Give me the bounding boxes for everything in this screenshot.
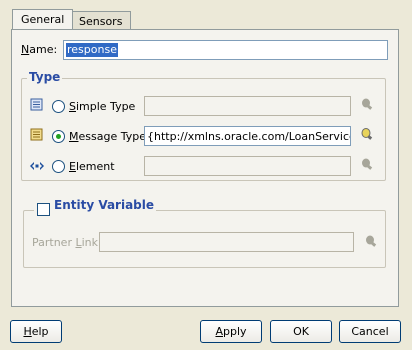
cancel-button-label: Cancel xyxy=(351,325,389,338)
partner-link-label: Partner Link: xyxy=(32,236,102,249)
type-legend: Type xyxy=(27,70,63,84)
apply-button[interactable]: Apply xyxy=(200,320,262,343)
message-type-browse-icon[interactable] xyxy=(359,127,373,144)
ok-button[interactable]: OK xyxy=(270,320,332,343)
simple-type-browse-icon[interactable] xyxy=(359,97,373,114)
entity-variable-legend-text: Entity Variable xyxy=(54,198,155,212)
message-type-value: {http://xmlns.oracle.com/LoanService}Loa xyxy=(147,130,350,143)
help-button-label: Help xyxy=(23,325,49,338)
tab-sensors-label: Sensors xyxy=(79,15,123,28)
message-type-radio[interactable] xyxy=(52,130,65,143)
message-type-label: Message Type xyxy=(69,130,146,143)
message-type-icon xyxy=(30,128,43,144)
element-label: Element xyxy=(69,160,115,173)
tab-general-label: General xyxy=(21,13,65,26)
element-field xyxy=(144,156,351,176)
element-browse-icon[interactable] xyxy=(359,157,373,174)
name-label: Name: xyxy=(21,43,58,56)
element-icon xyxy=(29,160,45,175)
tab-general[interactable]: General xyxy=(12,9,74,29)
apply-button-label: Apply xyxy=(215,325,247,338)
partner-link-browse-icon xyxy=(363,234,377,251)
ok-button-label: OK xyxy=(293,325,309,338)
message-type-radio-dot xyxy=(56,134,61,139)
message-type-field[interactable]: {http://xmlns.oracle.com/LoanService}Loa xyxy=(144,126,351,146)
entity-variable-legend: Entity Variable xyxy=(34,198,157,212)
element-radio[interactable] xyxy=(52,160,65,173)
simple-type-field xyxy=(144,96,351,116)
cancel-button[interactable]: Cancel xyxy=(339,320,401,343)
name-input[interactable]: response xyxy=(63,40,388,60)
partner-link-field xyxy=(99,232,354,252)
simple-type-icon xyxy=(30,98,43,114)
tab-sensors[interactable]: Sensors xyxy=(70,11,132,29)
simple-type-label: Simple Type xyxy=(69,100,136,113)
simple-type-radio[interactable] xyxy=(52,100,65,113)
entity-variable-checkbox[interactable] xyxy=(37,203,50,216)
help-button[interactable]: Help xyxy=(10,320,62,343)
name-input-value: response xyxy=(66,43,118,57)
